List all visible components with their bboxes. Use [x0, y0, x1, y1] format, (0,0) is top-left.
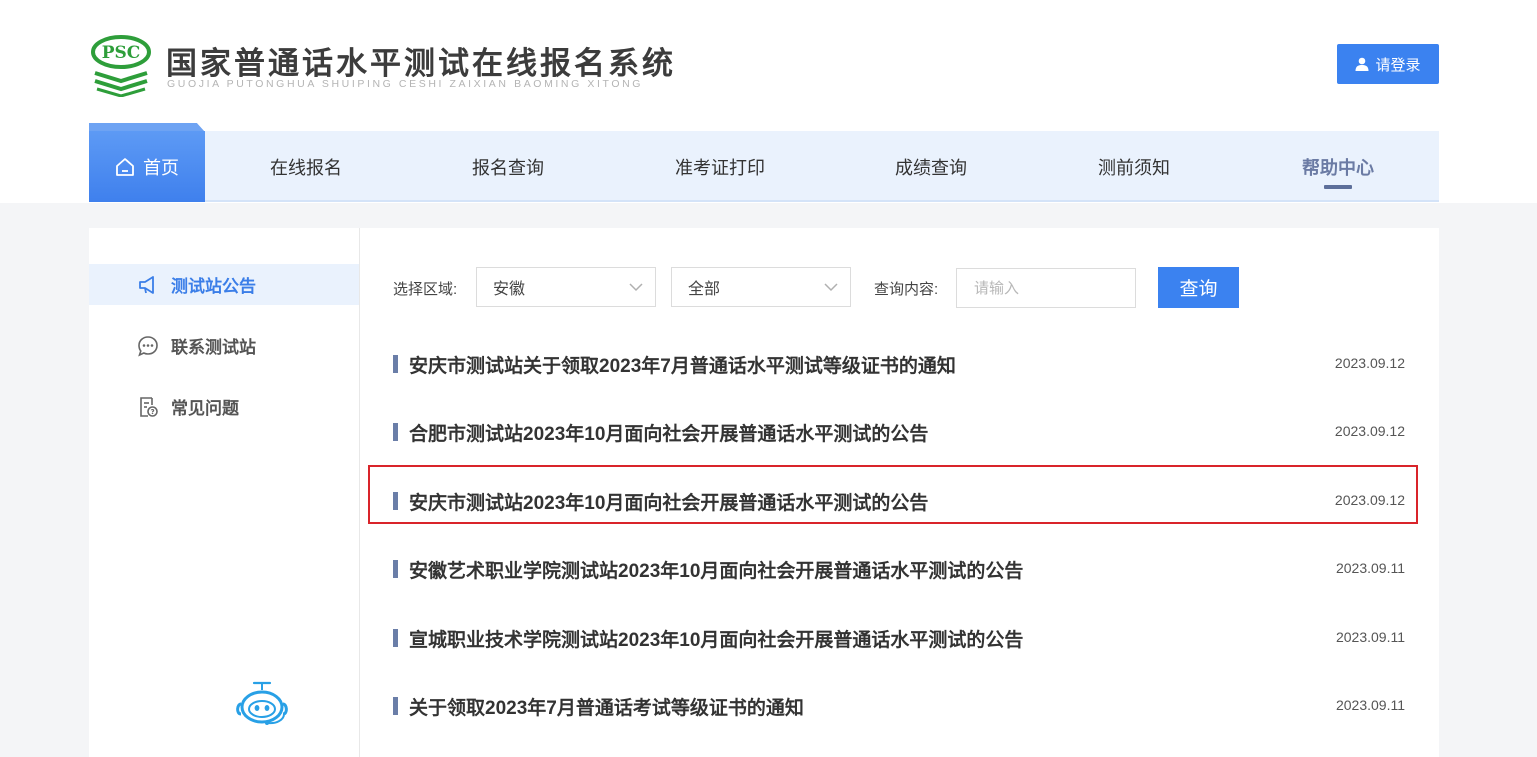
- city-select[interactable]: 全部: [671, 267, 851, 307]
- megaphone-icon: [139, 275, 154, 294]
- nav-item-score-query[interactable]: 成绩查询: [884, 131, 978, 202]
- notice-title[interactable]: 关于领取2023年7月普通话考试等级证书的通知: [409, 693, 804, 720]
- province-select[interactable]: 安徽: [476, 267, 656, 307]
- list-item[interactable]: 安徽艺术职业学院测试站2023年10月面向社会开展普通话水平测试的公告 2023…: [393, 554, 1405, 584]
- notice-date: 2023.09.11: [1335, 697, 1405, 713]
- nav-item-online-registration[interactable]: 在线报名: [259, 131, 353, 202]
- notice-date: 2023.09.12: [1334, 355, 1405, 371]
- home-icon: [116, 157, 134, 176]
- logo-text: PSC: [102, 43, 141, 63]
- region-label: 选择区域:: [393, 281, 458, 298]
- query-label: 查询内容:: [874, 281, 939, 298]
- customer-service-robot-icon[interactable]: [232, 680, 292, 730]
- notice-date: 2023.09.12: [1334, 423, 1405, 439]
- chat-bubble-icon: [138, 335, 158, 357]
- chevron-down-icon: [824, 283, 838, 292]
- notice-title[interactable]: 合肥市测试站2023年10月面向社会开展普通话水平测试的公告: [409, 419, 928, 446]
- nav-item-admission-ticket-print[interactable]: 准考证打印: [659, 131, 781, 202]
- search-button[interactable]: 查询: [1158, 267, 1239, 308]
- sidebar: 测试站公告 联系测试站 常见问题: [89, 228, 360, 757]
- list-item[interactable]: 关于领取2023年7月普通话考试等级证书的通知 2023.09.11: [393, 691, 1405, 721]
- search-input[interactable]: [956, 268, 1136, 308]
- nav-item-home[interactable]: 首页: [89, 131, 205, 202]
- list-item-marker: [393, 492, 398, 510]
- list-item[interactable]: 合肥市测试站2023年10月面向社会开展普通话水平测试的公告 2023.09.1…: [393, 417, 1405, 447]
- main-nav: 首页 在线报名 报名查询 准考证打印 成绩查询 测前须知 帮助中心: [89, 131, 1439, 202]
- notice-date: 2023.09.11: [1335, 560, 1405, 576]
- list-item[interactable]: 安庆市测试站2023年10月面向社会开展普通话水平测试的公告 2023.09.1…: [393, 486, 1405, 516]
- list-item-marker: [393, 423, 398, 441]
- sidebar-item-test-station-notices[interactable]: 测试站公告: [89, 264, 359, 305]
- psc-logo: PSC: [91, 35, 151, 97]
- city-value: 全部: [688, 281, 721, 298]
- site-subtitle: GUOJIA PUTONGHUA SHUIPING CESHI ZAIXIAN …: [167, 78, 644, 90]
- list-item-marker: [393, 355, 398, 373]
- login-button[interactable]: 请登录: [1337, 44, 1439, 84]
- province-value: 安徽: [493, 281, 526, 298]
- sidebar-item-label: 常见问题: [171, 399, 239, 418]
- notice-title[interactable]: 宣城职业技术学院测试站2023年10月面向社会开展普通话水平测试的公告: [409, 625, 1023, 652]
- list-item-marker: [393, 560, 398, 578]
- notice-title[interactable]: 安庆市测试站2023年10月面向社会开展普通话水平测试的公告: [409, 488, 928, 515]
- sidebar-item-faq[interactable]: 常见问题: [89, 386, 359, 427]
- site-title: 国家普通话水平测试在线报名系统: [166, 46, 676, 82]
- notice-date: 2023.09.12: [1334, 492, 1405, 508]
- sidebar-item-contact-test-station[interactable]: 联系测试站: [89, 325, 359, 366]
- sidebar-item-label: 联系测试站: [171, 338, 256, 357]
- notice-date: 2023.09.11: [1335, 629, 1405, 645]
- list-item[interactable]: 安庆市测试站关于领取2023年7月普通话水平测试等级证书的通知 2023.09.…: [393, 349, 1405, 379]
- nav-item-registration-query[interactable]: 报名查询: [461, 131, 555, 202]
- list-item-marker: [393, 697, 398, 715]
- user-icon: [1355, 57, 1369, 71]
- sidebar-item-label: 测试站公告: [171, 277, 256, 296]
- chevron-down-icon: [629, 283, 643, 292]
- nav-active-indicator: [1324, 185, 1352, 189]
- notice-title[interactable]: 安庆市测试站关于领取2023年7月普通话水平测试等级证书的通知: [409, 351, 956, 378]
- nav-item-pre-test-notice[interactable]: 测前须知: [1087, 131, 1181, 202]
- login-label: 请登录: [1375, 56, 1421, 74]
- notice-title[interactable]: 安徽艺术职业学院测试站2023年10月面向社会开展普通话水平测试的公告: [409, 556, 1023, 583]
- content-card: 测试站公告 联系测试站 常见问题 选择区域: 安徽 全部 查询内容: 请输入 查…: [89, 228, 1439, 757]
- document-question-icon: [140, 396, 158, 417]
- list-item-marker: [393, 629, 398, 647]
- nav-item-help-center[interactable]: 帮助中心: [1289, 131, 1387, 202]
- list-item[interactable]: 宣城职业技术学院测试站2023年10月面向社会开展普通话水平测试的公告 2023…: [393, 623, 1405, 653]
- nav-item-label: 首页: [143, 157, 179, 178]
